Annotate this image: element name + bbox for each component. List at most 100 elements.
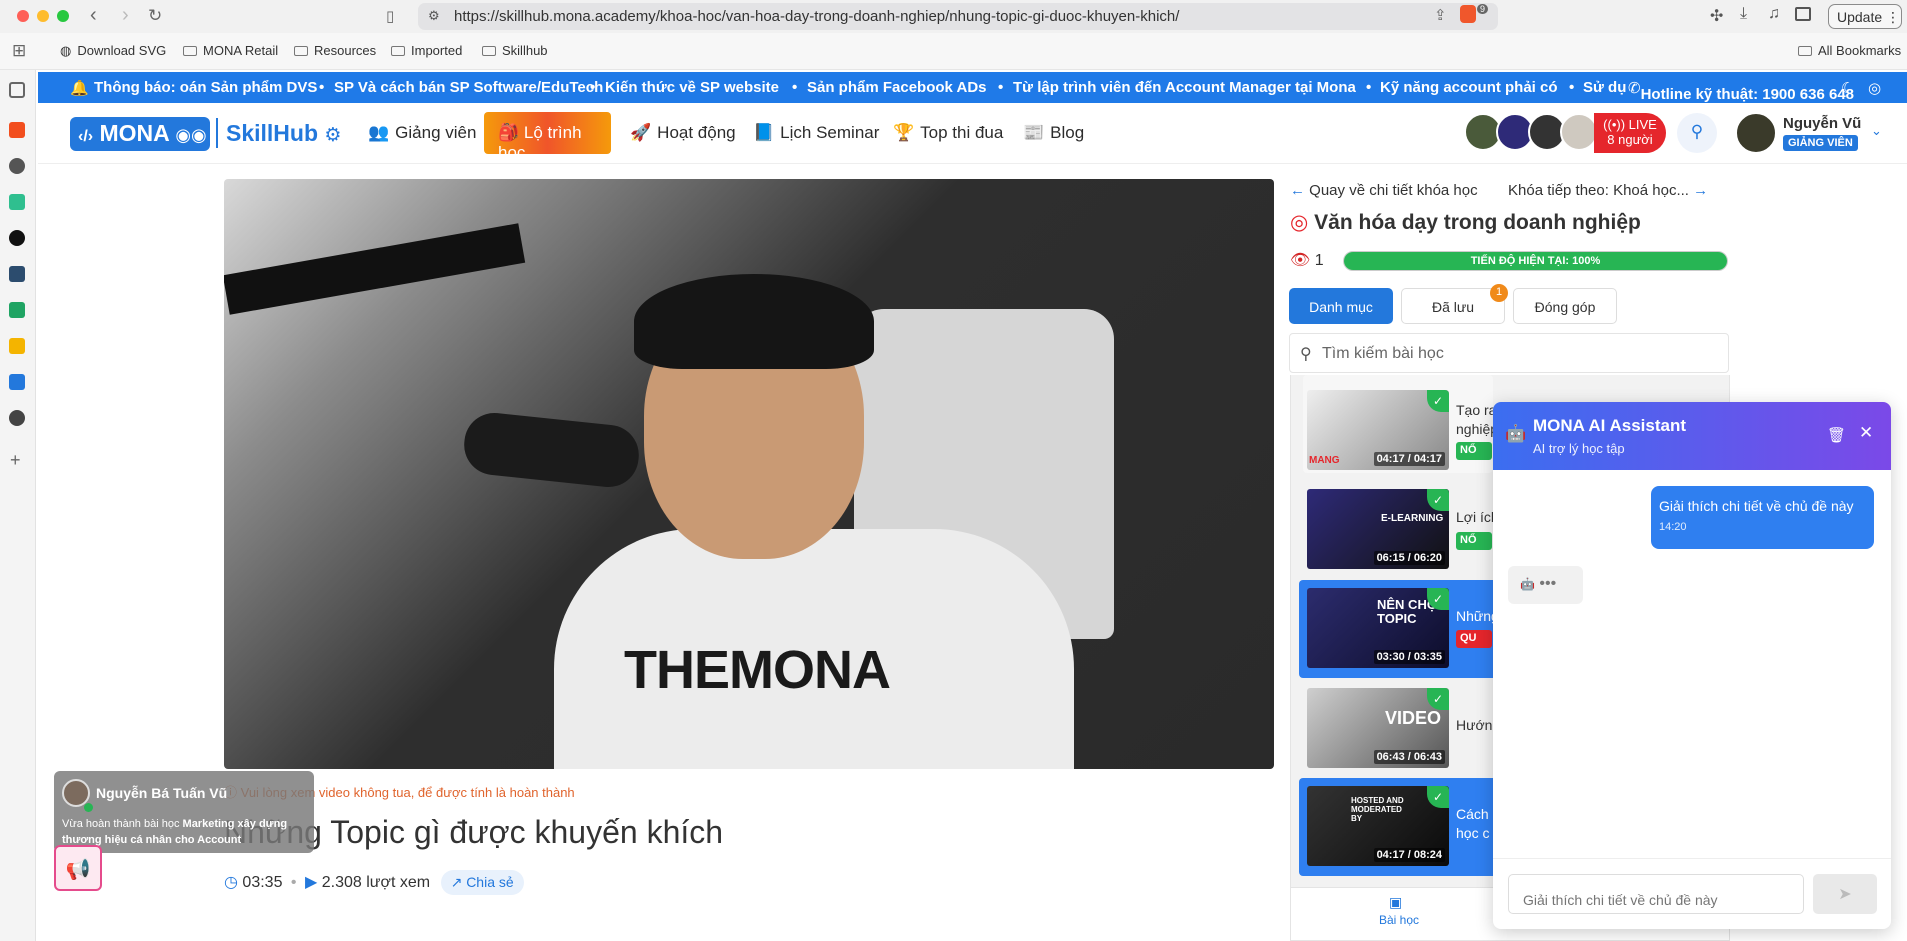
notification-bar: 🔔 Thông báo: oán Sản phẩm DVS • SP Và cá… bbox=[38, 72, 1907, 103]
nav-lo-trinh-hoc[interactable]: 🎒 Lộ trình học bbox=[484, 112, 611, 162]
user-role-badge: GIẢNG VIÊN bbox=[1783, 135, 1858, 151]
lesson-tag: NỔ bbox=[1456, 532, 1492, 550]
play-icon: ▶ bbox=[304, 874, 318, 891]
minimize-window-button[interactable] bbox=[37, 10, 49, 22]
nav-hoat-dong[interactable]: 🚀 Hoạt động bbox=[630, 123, 736, 143]
folder-icon bbox=[1798, 46, 1812, 56]
user-avatar[interactable] bbox=[1735, 112, 1777, 154]
drive-icon[interactable] bbox=[9, 338, 25, 354]
bookmark-imported[interactable]: Imported bbox=[391, 43, 462, 58]
bookmarks-bar bbox=[0, 33, 1907, 70]
activity-toast[interactable]: Nguyễn Bá Tuấn Vũ Vừa hoàn thành bài học… bbox=[54, 771, 314, 853]
rocket-icon: 🚀 bbox=[630, 123, 652, 142]
lesson-item-title[interactable]: Cách học c bbox=[1456, 805, 1489, 843]
bell-icon: 🔔 bbox=[70, 80, 89, 97]
user-name[interactable]: Nguyễn Vũ bbox=[1783, 115, 1861, 132]
nav-lich-seminar[interactable]: 📘 Lịch Seminar bbox=[753, 123, 879, 143]
chat-title: MONA AI Assistant bbox=[1533, 416, 1687, 435]
nav-blog[interactable]: 📰 Blog bbox=[1023, 123, 1084, 143]
notice-item[interactable]: Sử dụ bbox=[1583, 79, 1626, 96]
dark-mode-icon[interactable]: ☾ bbox=[1841, 79, 1854, 97]
arrow-left-icon: ← bbox=[1290, 182, 1305, 199]
owl-icon[interactable] bbox=[9, 410, 25, 426]
forward-icon[interactable]: › bbox=[122, 4, 129, 27]
tab-danh-muc[interactable]: Danh mục bbox=[1289, 288, 1393, 324]
download-icon[interactable]: ⤓ bbox=[1740, 5, 1747, 23]
maximize-window-button[interactable] bbox=[57, 10, 69, 22]
nav-top-thi-dua[interactable]: 🏆 Top thi đua bbox=[893, 123, 1003, 143]
notice-item[interactable]: Kiến thức về SP website bbox=[605, 79, 779, 96]
sidebar-toggle-icon[interactable] bbox=[1795, 7, 1811, 21]
lesson-item-title[interactable]: Tạo ra nghiệp bbox=[1456, 401, 1498, 439]
mona-logo[interactable]: ‹/› MONA ◉◉ bbox=[70, 117, 210, 151]
saved-count-badge: 1 bbox=[1490, 284, 1508, 302]
bookmark-icon[interactable]: ▯ bbox=[386, 7, 394, 25]
bookmark-skillhub[interactable]: Skillhub bbox=[482, 43, 548, 58]
sheets-icon[interactable] bbox=[9, 302, 25, 318]
media-icon[interactable]: ♫ bbox=[1768, 5, 1780, 23]
announcement-button[interactable]: 📢 bbox=[54, 845, 102, 891]
share-button[interactable]: ↗ Chia sẻ bbox=[440, 870, 524, 895]
bookmark-download-svg[interactable]: ◍ Download SVG bbox=[60, 43, 166, 59]
notice-item[interactable]: Từ lập trình viên đến Account Manager tạ… bbox=[1013, 79, 1356, 96]
bookmark-mona-retail[interactable]: MONA Retail bbox=[183, 43, 278, 58]
close-window-button[interactable] bbox=[17, 10, 29, 22]
logo-divider bbox=[216, 118, 218, 148]
app-icon[interactable] bbox=[9, 230, 25, 246]
share-icon: ↗ bbox=[450, 874, 463, 890]
live-avatar[interactable] bbox=[1560, 113, 1598, 151]
chat-input[interactable] bbox=[1508, 874, 1804, 914]
url-text[interactable]: https://skillhub.mona.academy/khoa-hoc/v… bbox=[454, 8, 1179, 25]
site-settings-icon[interactable]: ⚙ bbox=[428, 8, 440, 24]
back-icon[interactable]: ‹ bbox=[90, 4, 97, 27]
close-icon[interactable]: ✕ bbox=[1859, 423, 1873, 443]
calendar-icon[interactable] bbox=[9, 266, 25, 282]
lesson-search-input[interactable]: ⚲ Tìm kiếm bài học bbox=[1289, 333, 1729, 373]
reload-icon[interactable]: ↻ bbox=[148, 6, 162, 26]
arrow-right-icon: → bbox=[1693, 182, 1709, 199]
apps-grid-icon[interactable]: ⊞ bbox=[12, 41, 26, 61]
add-icon[interactable]: + bbox=[10, 450, 21, 471]
chevron-down-icon[interactable]: ⌄ bbox=[1871, 123, 1882, 139]
search-button[interactable]: ⚲ bbox=[1677, 113, 1717, 153]
target-icon: ◎ bbox=[1290, 211, 1309, 234]
notice-item[interactable]: Sản phẩm Facebook ADs bbox=[807, 79, 987, 96]
lesson-views: 2.308 lượt xem bbox=[321, 874, 431, 891]
back-to-course-link[interactable]: ← Quay về chi tiết khóa học bbox=[1290, 182, 1478, 199]
update-button[interactable]: Update ⋮ bbox=[1828, 4, 1902, 29]
speaker-icon[interactable] bbox=[9, 158, 25, 174]
send-button[interactable]: ➤ bbox=[1813, 874, 1877, 914]
send-icon: ➤ bbox=[1838, 886, 1852, 903]
notice-item[interactable]: SP Và cách bán SP Software/EduTech bbox=[334, 79, 603, 96]
mona-icon[interactable] bbox=[9, 374, 25, 390]
robot-icon: 🤖 bbox=[1520, 577, 1535, 591]
video-player[interactable]: THEMONA bbox=[224, 179, 1274, 769]
sidebar-panel-icon[interactable] bbox=[9, 82, 25, 98]
tab-dong-gop[interactable]: Đóng góp bbox=[1513, 288, 1617, 324]
book-icon: 📘 bbox=[753, 123, 775, 142]
search-icon: ⚲ bbox=[1300, 346, 1312, 363]
extensions-icon[interactable]: ✣ bbox=[1710, 6, 1723, 26]
globe-icon: ◍ bbox=[60, 43, 72, 58]
notice-item[interactable]: Thông báo: oán Sản phẩm DVS bbox=[94, 79, 317, 96]
lesson-tag: NỔ bbox=[1456, 442, 1492, 460]
megaphone-icon: 📢 bbox=[65, 859, 91, 881]
vue-icon[interactable] bbox=[9, 194, 25, 210]
live-badge[interactable]: ((•)) LIVE 8 người bbox=[1594, 113, 1666, 153]
bag-icon: 🎒 bbox=[498, 123, 520, 142]
next-course-link[interactable]: Khóa tiếp theo: Khoá học... → bbox=[1508, 182, 1708, 199]
skillhub-brand[interactable]: SkillHub ⚙ bbox=[226, 120, 341, 147]
thumb-caption: E-LEARNING bbox=[1381, 513, 1444, 524]
clock-icon: ◷ bbox=[224, 874, 238, 891]
brave-shield-icon[interactable] bbox=[1460, 5, 1476, 23]
nav-giang-vien[interactable]: 👥 Giảng viên bbox=[368, 123, 476, 143]
figma-icon[interactable] bbox=[9, 122, 25, 138]
hotline[interactable]: ✆ Hotline kỹ thuật: 1900 636 648 bbox=[1628, 79, 1854, 103]
chat-subtitle: AI trợ lý học tập bbox=[1533, 441, 1625, 456]
notice-item[interactable]: Kỹ năng account phải có bbox=[1380, 79, 1558, 96]
bookmark-resources[interactable]: Resources bbox=[294, 43, 376, 58]
share-icon[interactable]: ⇪ bbox=[1434, 6, 1447, 24]
target-icon[interactable]: ◎ bbox=[1868, 79, 1881, 97]
trash-icon[interactable]: 🗑 bbox=[1827, 426, 1846, 444]
all-bookmarks[interactable]: All Bookmarks bbox=[1798, 43, 1901, 58]
